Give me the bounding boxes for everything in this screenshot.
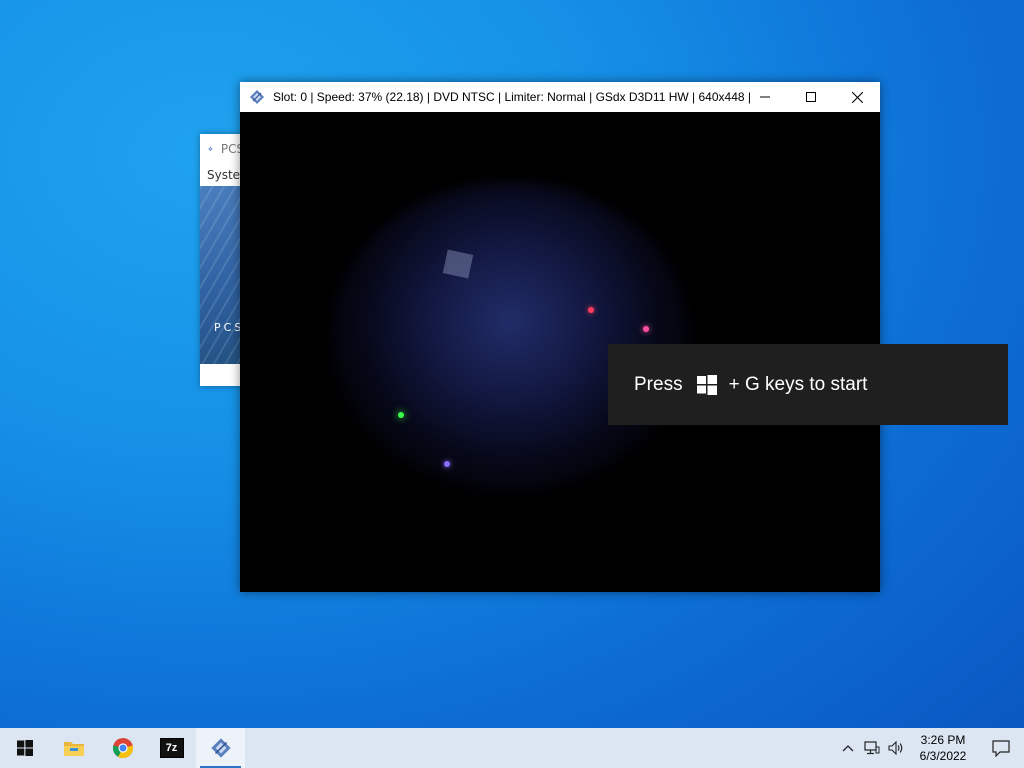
clock-date: 6/3/2022 [919, 749, 967, 763]
floating-cube [442, 249, 474, 279]
close-button[interactable] [834, 82, 880, 112]
clock-time: 3:26 PM [920, 733, 966, 747]
maximize-icon [806, 92, 816, 102]
nebula-graphic [330, 182, 690, 492]
purple-spark [444, 461, 450, 467]
game-bar-toast[interactable]: Press + G keys to start [608, 344, 1008, 425]
chrome-button[interactable] [98, 728, 147, 768]
game-window-titlebar[interactable]: Slot: 0 | Speed: 37% (22.18) | DVD NTSC … [240, 82, 880, 112]
system-tray: 3:26 PM 6/3/2022 [836, 728, 1024, 768]
game-window-title: Slot: 0 | Speed: 37% (22.18) | DVD NTSC … [273, 90, 753, 104]
windows-logo-icon [696, 374, 717, 395]
pink-spark [643, 326, 649, 332]
action-center-button[interactable] [978, 728, 1024, 768]
file-explorer-button[interactable] [49, 728, 98, 768]
chrome-icon [112, 738, 133, 759]
minimize-icon [760, 96, 770, 98]
network-button[interactable] [860, 728, 884, 768]
game-window[interactable]: Slot: 0 | Speed: 37% (22.18) | DVD NTSC … [240, 82, 880, 592]
taskbar: 7z 3:26 PM 6/3/2022 [0, 728, 1024, 768]
7zip-button[interactable]: 7z [147, 728, 196, 768]
clock[interactable]: 3:26 PM 6/3/2022 [908, 732, 978, 764]
windows-start-icon [16, 740, 33, 756]
volume-button[interactable] [884, 728, 908, 768]
minimize-button[interactable] [742, 82, 788, 112]
toast-press-text: Press [634, 373, 683, 395]
red-spark [588, 307, 594, 313]
start-button[interactable] [0, 728, 49, 768]
close-icon [851, 91, 863, 103]
notification-icon [992, 739, 1010, 757]
7zip-label: 7z [165, 742, 178, 754]
speaker-icon [888, 741, 903, 755]
7zip-icon: 7z [159, 738, 184, 758]
show-hidden-icons-button[interactable] [836, 728, 860, 768]
green-spark [398, 412, 404, 418]
network-icon [864, 741, 880, 755]
pcsx2-icon [250, 90, 264, 104]
folder-icon [63, 742, 84, 756]
pcsx2-taskbar-button[interactable] [196, 728, 245, 768]
toast-rest-text: + G keys to start [728, 373, 868, 395]
pcsx2-icon [208, 146, 213, 152]
maximize-button[interactable] [788, 82, 834, 112]
chevron-up-icon [842, 745, 854, 752]
pcsx2-icon [210, 738, 231, 758]
